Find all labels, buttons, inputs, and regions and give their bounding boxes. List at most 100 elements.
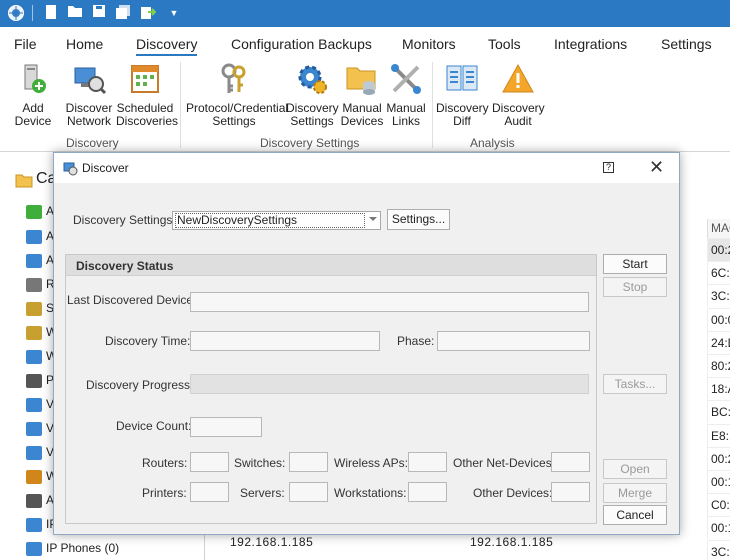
open-button[interactable]: Open	[603, 459, 667, 479]
device-category-icon	[26, 494, 42, 508]
dialog-title-bar: Discover ? ✕	[54, 153, 679, 183]
discovery-settings-dropdown[interactable]: NewDiscoverySettings	[172, 211, 381, 230]
ribbon: Add Device Discover Network Scheduled Di…	[0, 58, 730, 152]
chevron-down-icon[interactable]	[369, 217, 377, 221]
dialog-title: Discover	[82, 161, 129, 175]
routers-label: Routers:	[142, 456, 188, 470]
quick-access-toolbar: ▼	[0, 0, 730, 27]
mac-address-cell: 00:0	[707, 307, 730, 331]
tab-home[interactable]: Home	[66, 36, 103, 52]
mac-address-cell: 3C:D	[707, 539, 730, 560]
device-category-item[interactable]: IP Phones (0)	[46, 541, 119, 555]
dropdown-icon[interactable]: ▼	[165, 4, 183, 22]
add-device-button[interactable]: Add Device	[4, 62, 62, 128]
new-file-icon[interactable]	[42, 4, 60, 22]
manual-devices-button[interactable]: Manual Devices	[340, 62, 384, 128]
add-device-icon	[24, 64, 46, 93]
device-category-icon	[26, 230, 42, 244]
mac-address-cell: 80:2	[707, 354, 730, 377]
mac-address-cell: 24:D	[707, 330, 730, 354]
tab-integrations[interactable]: Integrations	[554, 36, 627, 52]
wireless-aps-label: Wireless APs:	[334, 456, 409, 470]
tab-file[interactable]: File	[14, 36, 37, 52]
device-category-icon	[26, 374, 42, 388]
workstations-field	[408, 482, 447, 502]
printers-field	[190, 482, 229, 502]
servers-label: Servers:	[240, 486, 285, 500]
discovery-settings-label: Discovery Settings:	[73, 213, 176, 227]
workstations-label: Workstations:	[334, 486, 407, 500]
device-category-icon	[26, 542, 42, 556]
discovery-diff-label-2: Diff	[453, 114, 471, 128]
phase-label: Phase:	[397, 334, 435, 348]
start-button[interactable]: Start	[603, 254, 667, 274]
app-globe-icon[interactable]	[7, 4, 25, 22]
tab-discovery[interactable]: Discovery	[136, 36, 198, 56]
discover-app-icon	[63, 162, 78, 176]
manual-links-button[interactable]: Manual Links	[386, 62, 426, 128]
tab-configuration-backups[interactable]: Configuration Backups	[231, 36, 372, 52]
open-folder-icon[interactable]	[66, 4, 84, 22]
servers-field	[289, 482, 328, 502]
discover-network-label-2: Network	[66, 114, 111, 128]
settings-button[interactable]: Settings...	[387, 209, 450, 230]
tasks-button[interactable]: Tasks...	[603, 374, 667, 394]
scheduled-discoveries-button[interactable]: Scheduled Discoveries	[116, 62, 179, 128]
tab-monitors[interactable]: Monitors	[402, 36, 456, 52]
export-icon[interactable]	[139, 4, 157, 22]
protocol-credential-settings-button[interactable]: Protocol/Credential Settings	[186, 62, 288, 128]
mac-address-cell: E8:1	[707, 423, 730, 447]
device-count-label: Device Count:	[116, 419, 192, 433]
switches-label: Switches:	[234, 456, 286, 470]
tab-tools[interactable]: Tools	[488, 36, 521, 52]
discovery-settings-value: NewDiscoverySettings	[175, 213, 365, 228]
discovery-progress-bar	[190, 374, 589, 394]
mac-address-cell: 18:A	[707, 377, 730, 401]
discover-network-button[interactable]: Discover Network	[64, 62, 114, 128]
wireless-aps-field	[408, 452, 447, 472]
diff-icon	[446, 65, 478, 91]
last-device-field	[190, 292, 589, 312]
device-category-icon	[26, 446, 42, 460]
keys-icon	[221, 63, 246, 93]
discovery-audit-label-2: Audit	[504, 114, 532, 128]
device-category-icon	[26, 205, 42, 219]
add-device-label: Add Device	[14, 101, 52, 128]
manual-links-label-2: Links	[391, 114, 420, 128]
tab-settings[interactable]: Settings	[661, 36, 712, 52]
save-icon[interactable]	[90, 4, 108, 22]
discovery-diff-button[interactable]: Discovery Diff	[436, 62, 489, 128]
discovery-progress-label: Discovery Progress:	[86, 378, 194, 392]
discovery-audit-button[interactable]: Discovery Audit	[492, 62, 545, 128]
other-devices-label: Other Devices:	[473, 486, 553, 500]
discovery-settings-button[interactable]: Discovery Settings	[286, 62, 339, 128]
merge-button[interactable]: Merge	[603, 483, 667, 503]
mac-address-cell: 00:1	[707, 516, 730, 540]
stop-button[interactable]: Stop	[603, 277, 667, 297]
device-category-icon	[26, 254, 42, 268]
warning-icon	[502, 63, 534, 93]
gear-icon	[298, 65, 327, 94]
cancel-button[interactable]: Cancel	[603, 505, 667, 525]
ribbon-group-label-discovery-settings: Discovery Settings	[260, 136, 360, 150]
printers-label: Printers:	[142, 486, 187, 500]
other-net-devices-label: Other Net-Devices:	[453, 456, 556, 470]
other-net-devices-field	[551, 452, 590, 472]
save-all-icon[interactable]	[114, 4, 132, 22]
device-category-icon	[26, 278, 42, 292]
help-icon[interactable]: ?	[603, 162, 614, 173]
ribbon-group-label-analysis: Analysis	[470, 136, 515, 150]
mac-column-header[interactable]: MAC	[707, 219, 730, 239]
scheduled-discoveries-label-2: Discoveries	[116, 114, 179, 128]
device-category-icon	[26, 302, 42, 316]
protocol-settings-label-2: Settings	[212, 114, 256, 128]
device-category-icon	[26, 470, 42, 484]
mac-address-cell: 00:2	[707, 238, 730, 261]
ribbon-separator	[432, 62, 433, 148]
mac-address-cell: 00:1	[707, 470, 730, 493]
close-icon[interactable]: ✕	[649, 158, 664, 176]
mac-address-cell: C0:9	[707, 493, 730, 517]
toolbar-separator	[32, 5, 33, 21]
last-device-label: Last Discovered Device:	[67, 293, 197, 307]
device-count-field	[190, 417, 262, 437]
